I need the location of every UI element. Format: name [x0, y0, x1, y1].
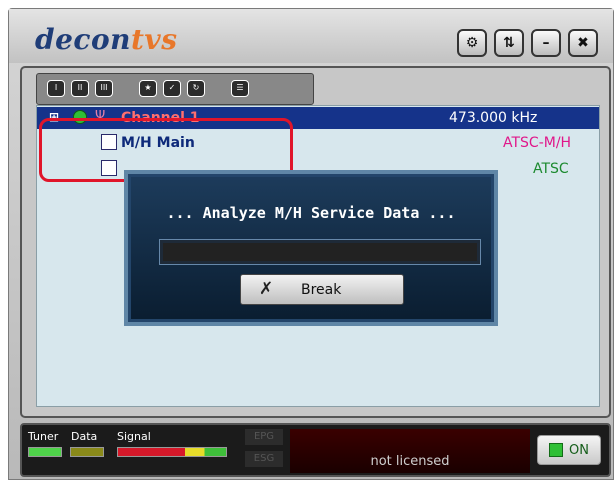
data-led — [70, 447, 104, 457]
channel-toolbar: I II III ★ ✓ ↻ ☰ — [36, 73, 314, 105]
esg-indicator: ESG — [245, 451, 283, 467]
tuner-label: Tuner — [28, 430, 59, 443]
view-3-icon[interactable]: III — [95, 80, 113, 97]
analyze-dialog: ... Analyze M/H Service Data ... ✗ Break — [124, 170, 498, 326]
power-label: ON — [569, 442, 589, 458]
epg-indicator: EPG — [245, 429, 283, 445]
status-bar: Tuner Data Signal EPG ESG not licensed O… — [20, 423, 611, 477]
break-button[interactable]: ✗ Break — [240, 274, 404, 305]
cancel-icon: ✗ — [259, 279, 274, 299]
power-led-icon — [549, 443, 564, 457]
minimize-icon[interactable]: – — [531, 29, 561, 57]
edit-icon[interactable]: ✓ — [163, 80, 181, 97]
service-type: ATSC — [533, 161, 569, 177]
break-label: Break — [301, 282, 342, 298]
license-status: not licensed — [290, 429, 530, 473]
dialog-title: ... Analyze M/H Service Data ... — [166, 204, 456, 222]
refresh-icon[interactable]: ↻ — [187, 80, 205, 97]
channel-frequency: 473.000 kHz — [449, 110, 538, 126]
scan-icon[interactable]: ★ — [139, 80, 157, 97]
power-on-button[interactable]: ON — [537, 435, 601, 465]
close-icon[interactable]: ✖ — [568, 29, 598, 57]
tuner-led — [28, 447, 62, 457]
view-2-icon[interactable]: II — [71, 80, 89, 97]
view-1-icon[interactable]: I — [47, 80, 65, 97]
progress-bar — [160, 240, 480, 264]
tools-icon[interactable]: ⚙ — [457, 29, 487, 57]
mh-main-type: ATSC-M/H — [503, 135, 572, 151]
info-icon[interactable]: ⇅ — [494, 29, 524, 57]
data-label: Data — [71, 430, 98, 443]
list-icon[interactable]: ☰ — [231, 80, 249, 97]
license-text: not licensed — [370, 454, 450, 469]
title-bar: decontvs ⚙ ⇅ – ✖ — [9, 9, 613, 63]
signal-label: Signal — [117, 430, 151, 443]
signal-meter — [117, 447, 227, 457]
app-logo: decontvs — [35, 23, 178, 56]
